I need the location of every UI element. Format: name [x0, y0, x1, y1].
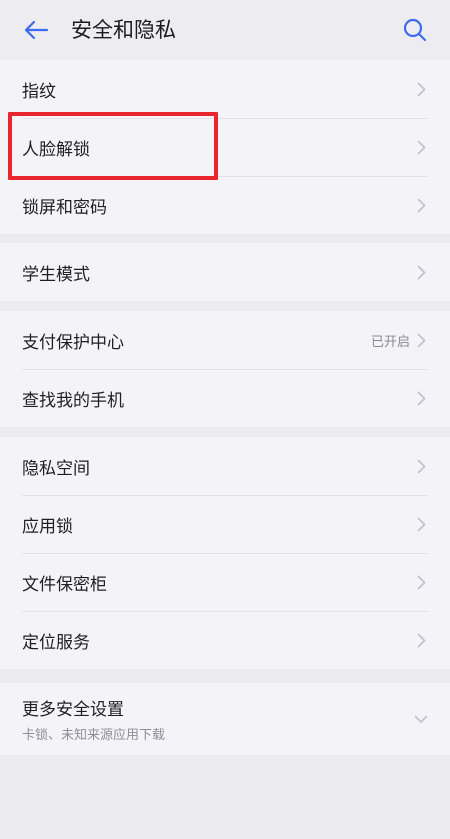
settings-group-payment: 支付保护中心 已开启 查找我的手机	[0, 311, 450, 427]
top-app-bar: 安全和隐私	[0, 0, 450, 60]
search-button[interactable]	[398, 13, 432, 47]
settings-item-label: 学生模式	[22, 264, 90, 285]
settings-item-label: 更多安全设置	[22, 700, 124, 720]
settings-item-label: 文件保密柜	[22, 574, 107, 595]
settings-item-label: 查找我的手机	[22, 390, 124, 411]
settings-item-student-mode[interactable]: 学生模式	[0, 243, 450, 301]
settings-item-location-services[interactable]: 定位服务	[0, 611, 450, 669]
chevron-right-icon	[414, 517, 428, 531]
chevron-right-icon	[414, 459, 428, 473]
settings-item-app-lock[interactable]: 应用锁	[0, 495, 450, 553]
settings-group-more: 更多安全设置 卡锁、未知来源应用下载	[0, 683, 450, 755]
back-button[interactable]	[20, 14, 52, 46]
settings-item-private-space[interactable]: 隐私空间	[0, 437, 450, 495]
settings-item-file-safe[interactable]: 文件保密柜	[0, 553, 450, 611]
page-title: 安全和隐私	[71, 18, 176, 42]
settings-item-label: 应用锁	[22, 516, 73, 537]
settings-item-text: 更多安全设置 卡锁、未知来源应用下载	[22, 695, 414, 743]
chevron-right-icon	[414, 265, 428, 279]
settings-item-label: 锁屏和密码	[22, 197, 107, 218]
arrow-left-icon	[24, 20, 49, 40]
chevron-right-icon	[414, 198, 428, 212]
settings-item-lock-screen-password[interactable]: 锁屏和密码	[0, 176, 450, 234]
settings-item-label: 支付保护中心	[22, 332, 124, 353]
settings-item-fingerprint[interactable]: 指纹	[0, 60, 450, 118]
settings-item-label: 指纹	[22, 81, 56, 102]
settings-item-label: 定位服务	[22, 632, 90, 653]
settings-item-find-my-phone[interactable]: 查找我的手机	[0, 369, 450, 427]
chevron-down-icon	[414, 712, 428, 726]
settings-item-payment-protection[interactable]: 支付保护中心 已开启	[0, 311, 450, 369]
settings-group-privacy: 隐私空间 应用锁 文件保密柜 定位服务	[0, 437, 450, 669]
search-icon	[403, 18, 427, 42]
chevron-right-icon	[414, 333, 428, 347]
chevron-right-icon	[414, 140, 428, 154]
chevron-right-icon	[414, 575, 428, 589]
chevron-right-icon	[414, 633, 428, 647]
settings-group-student: 学生模式	[0, 243, 450, 301]
settings-item-more-security[interactable]: 更多安全设置 卡锁、未知来源应用下载	[0, 683, 450, 755]
settings-item-label: 人脸解锁	[22, 139, 90, 160]
chevron-right-icon	[414, 82, 428, 96]
settings-group-security: 指纹 人脸解锁 锁屏和密码	[0, 60, 450, 234]
settings-item-label: 隐私空间	[22, 458, 90, 479]
chevron-right-icon	[414, 391, 428, 405]
status-text: 已开启	[370, 334, 410, 350]
settings-item-face-unlock[interactable]: 人脸解锁	[0, 118, 450, 176]
settings-item-subtitle: 卡锁、未知来源应用下载	[22, 728, 166, 743]
